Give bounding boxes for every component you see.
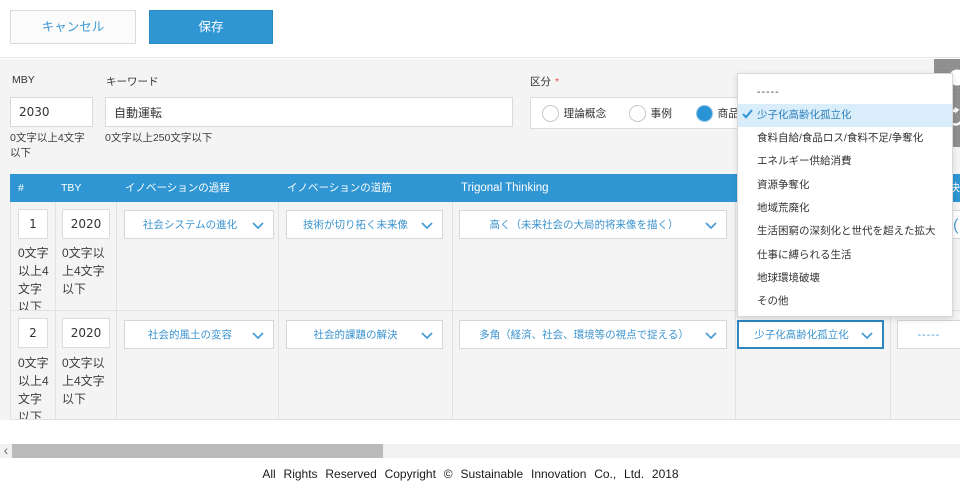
column-divider	[890, 311, 891, 419]
toolbar: キャンセル 保存	[0, 0, 960, 58]
keyword-input[interactable]	[105, 97, 513, 127]
row2-num-validation: 0文字以上4文字以下	[18, 354, 52, 420]
row2-tby-validation: 0文字以上4文字以下	[62, 354, 111, 408]
col-header-process: イノベーションの過程	[117, 174, 230, 202]
row2-tby-input[interactable]	[62, 318, 110, 348]
dropdown-option[interactable]: 仕事に縛られる生活	[738, 244, 952, 267]
dropdown-option[interactable]: エネルギー供給消費	[738, 150, 952, 173]
partial-header-glyph: 決	[953, 180, 960, 196]
column-divider	[735, 311, 736, 419]
row2-social-issue-select[interactable]: 少子化高齢化孤立化	[737, 320, 884, 349]
row1-process-select[interactable]: 社会システムの進化	[124, 210, 274, 239]
chevron-down-icon	[861, 332, 873, 339]
dropdown-option[interactable]: 地球環境破壊	[738, 267, 952, 290]
chevron-down-icon	[705, 332, 717, 339]
radio-circle[interactable]	[542, 105, 559, 122]
radio-circle-checked[interactable]	[696, 105, 713, 122]
row2-path-select[interactable]: 社会的課題の解決	[286, 320, 443, 349]
chevron-down-icon	[421, 222, 433, 229]
column-divider	[116, 311, 117, 419]
row2-process-select[interactable]: 社会的風土の変容	[124, 320, 274, 349]
dropdown-option[interactable]: -----	[738, 81, 952, 104]
table-row-2: 0文字以上4文字以下 0文字以上4文字以下 社会的風土の変容 社会的課題の解決 …	[10, 310, 960, 420]
chevron-down-icon	[252, 222, 264, 229]
dropdown-option[interactable]: 資源争奪化	[738, 174, 952, 197]
mby-label: MBY	[12, 74, 35, 86]
column-divider	[55, 311, 56, 419]
row1-tby-input[interactable]	[62, 209, 110, 239]
horizontal-scrollbar[interactable]: ‹	[0, 444, 960, 458]
column-divider	[10, 202, 11, 310]
row2-num-input[interactable]	[18, 318, 48, 348]
column-divider	[278, 202, 279, 310]
dropdown-option[interactable]: その他	[738, 290, 952, 313]
col-header-trigonal: Trigonal Thinking	[453, 174, 549, 202]
required-asterisk: *	[555, 76, 559, 88]
chevron-down-icon	[421, 332, 433, 339]
footer: All Rights Reserved Copyright © Sustaina…	[0, 458, 960, 495]
checkmark-icon	[742, 109, 753, 119]
scrollbar-thumb[interactable]	[12, 444, 383, 458]
dropdown-option[interactable]: 生活困窮の深刻化と世代を超えた拡大	[738, 220, 952, 243]
row2-trigonal-select[interactable]: 多角（経済、社会、環境等の視点で捉える）	[459, 320, 727, 349]
column-divider	[116, 202, 117, 310]
column-divider	[55, 202, 56, 310]
row1-tby-validation: 0文字以上4文字以下	[62, 244, 111, 298]
column-divider	[735, 202, 736, 310]
col-header-path: イノベーションの道筋	[279, 174, 392, 202]
chevron-down-icon	[252, 332, 264, 339]
kubun-label: 区分*	[530, 74, 559, 89]
dropdown-option[interactable]: 地域荒廃化	[738, 197, 952, 220]
cancel-button[interactable]: キャンセル	[10, 10, 136, 44]
copyright-text: All Rights Reserved Copyright © Sustaina…	[0, 467, 951, 481]
column-divider	[10, 311, 11, 419]
column-divider	[278, 311, 279, 419]
radio-rironkainen[interactable]: 理論概念	[542, 105, 606, 122]
keyword-label: キーワード	[106, 74, 159, 89]
column-divider	[452, 202, 453, 310]
chevron-down-icon	[705, 222, 717, 229]
radio-shouhin[interactable]: 商品	[696, 105, 739, 122]
radio-jirei[interactable]: 事例	[629, 105, 672, 122]
mby-validation: 0文字以上4文字以下	[10, 131, 90, 161]
row2-col7-select[interactable]: -----	[897, 320, 960, 349]
dropdown-option[interactable]: 食料自給/食品ロス/食料不足/争奪化	[738, 127, 952, 150]
row1-num-input[interactable]	[18, 209, 48, 239]
save-button[interactable]: 保存	[149, 10, 273, 44]
col-header-num: #	[10, 174, 24, 202]
row1-num-validation: 0文字以上4文字以下	[18, 244, 52, 310]
radio-circle[interactable]	[629, 105, 646, 122]
mby-input[interactable]	[10, 97, 93, 127]
column-divider	[452, 311, 453, 419]
row1-path-select[interactable]: 技術が切り拓く未来像	[286, 210, 443, 239]
social-issue-dropdown: ----- 少子化高齢化孤立化 食料自給/食品ロス/食料不足/争奪化 エネルギー…	[737, 73, 953, 317]
dropdown-option-selected[interactable]: 少子化高齢化孤立化	[738, 104, 952, 127]
keyword-validation: 0文字以上250文字以下	[105, 131, 305, 146]
col-header-tby: TBY	[56, 174, 81, 202]
scroll-left-arrow-icon[interactable]: ‹	[0, 444, 12, 458]
row1-trigonal-select[interactable]: 高く（未来社会の大局的将来像を描く）	[459, 210, 727, 239]
